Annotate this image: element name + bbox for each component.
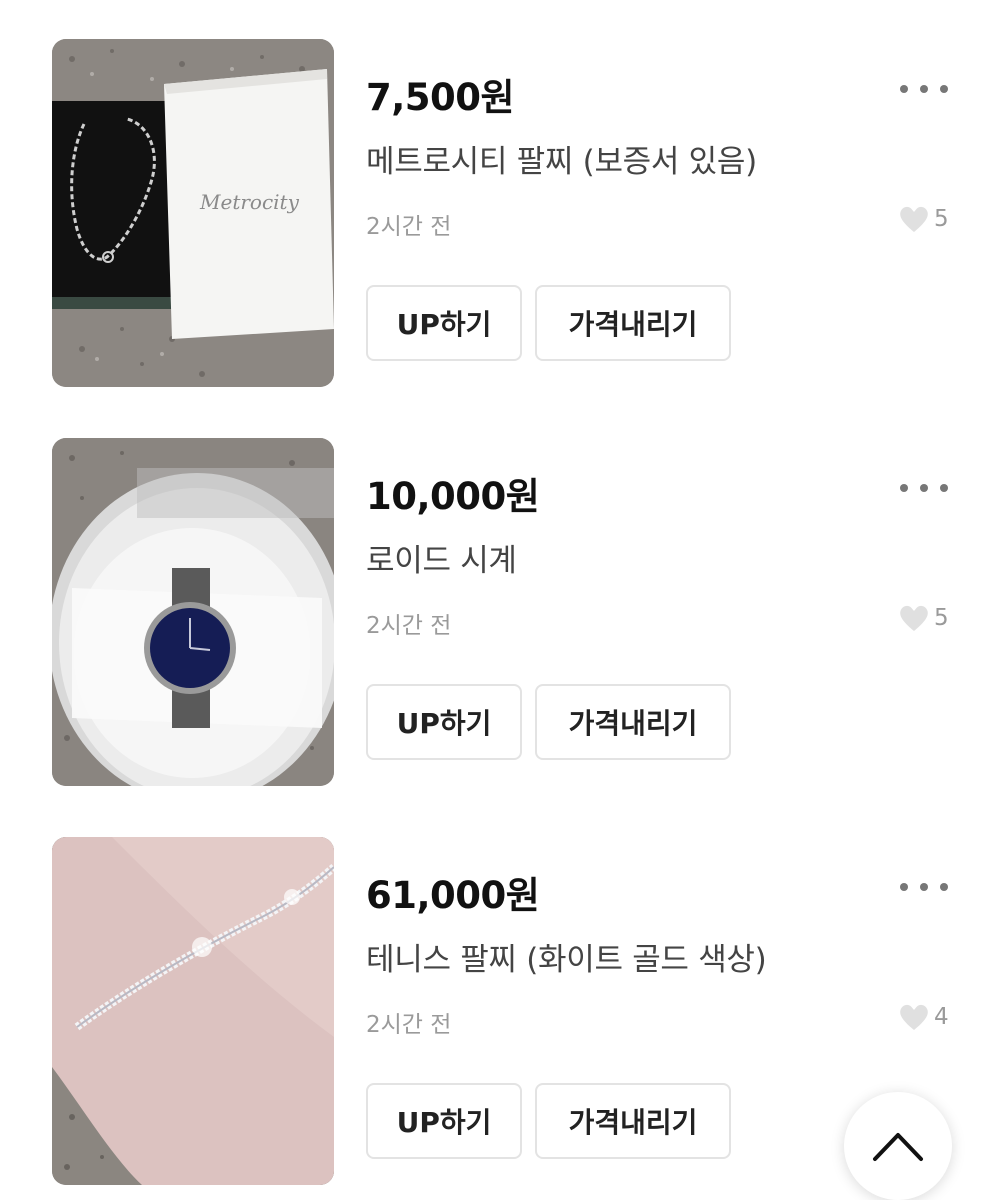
product-title[interactable]: 로이드 시계 <box>366 535 517 580</box>
product-price: 10,000원 <box>366 475 540 518</box>
up-button[interactable]: UP하기 <box>366 684 522 760</box>
product-title[interactable]: 메트로시티 팔찌 (보증서 있음) <box>366 136 757 181</box>
list-item[interactable]: Metrocity 7,500원 메트로시티 팔찌 (보증서 있음) 2시간 전… <box>0 39 1003 389</box>
more-horizontal-icon[interactable] <box>896 873 952 901</box>
list-item[interactable]: 10,000원 로이드 시계 2시간 전 5 UP하기 가격내리기 <box>0 438 1003 788</box>
posted-time: 2시간 전 <box>366 214 452 240</box>
product-thumbnail[interactable] <box>52 438 334 786</box>
heart-icon <box>900 605 928 631</box>
chevron-up-icon <box>873 1133 923 1161</box>
heart-icon <box>900 206 928 232</box>
like-count: 4 <box>934 1004 949 1030</box>
product-title[interactable]: 테니스 팔찌 (화이트 골드 색상) <box>366 934 767 979</box>
bracelet-box-image: Metrocity <box>52 39 334 387</box>
like-counter: 5 <box>898 602 949 634</box>
tennis-bracelet-image <box>52 837 334 1185</box>
up-button[interactable]: UP하기 <box>366 285 522 361</box>
more-horizontal-icon[interactable] <box>896 75 952 103</box>
like-count: 5 <box>934 605 949 631</box>
watch-image <box>52 438 334 786</box>
product-thumbnail[interactable]: Metrocity <box>52 39 334 387</box>
product-price: 61,000원 <box>366 874 540 917</box>
more-horizontal-icon[interactable] <box>896 474 952 502</box>
like-counter: 4 <box>898 1001 949 1033</box>
product-list: Metrocity 7,500원 메트로시티 팔찌 (보증서 있음) 2시간 전… <box>0 0 1003 1200</box>
price-down-button[interactable]: 가격내리기 <box>535 1083 731 1159</box>
scroll-to-top-button[interactable] <box>844 1092 952 1200</box>
posted-time: 2시간 전 <box>366 1012 452 1038</box>
price-down-button[interactable]: 가격내리기 <box>535 285 731 361</box>
thumb-brand-text: Metrocity <box>199 190 300 214</box>
price-down-button[interactable]: 가격내리기 <box>535 684 731 760</box>
posted-time: 2시간 전 <box>366 613 452 639</box>
product-thumbnail[interactable] <box>52 837 334 1185</box>
heart-icon <box>900 1004 928 1030</box>
like-count: 5 <box>934 206 949 232</box>
product-price: 7,500원 <box>366 76 515 119</box>
up-button[interactable]: UP하기 <box>366 1083 522 1159</box>
like-counter: 5 <box>898 203 949 235</box>
